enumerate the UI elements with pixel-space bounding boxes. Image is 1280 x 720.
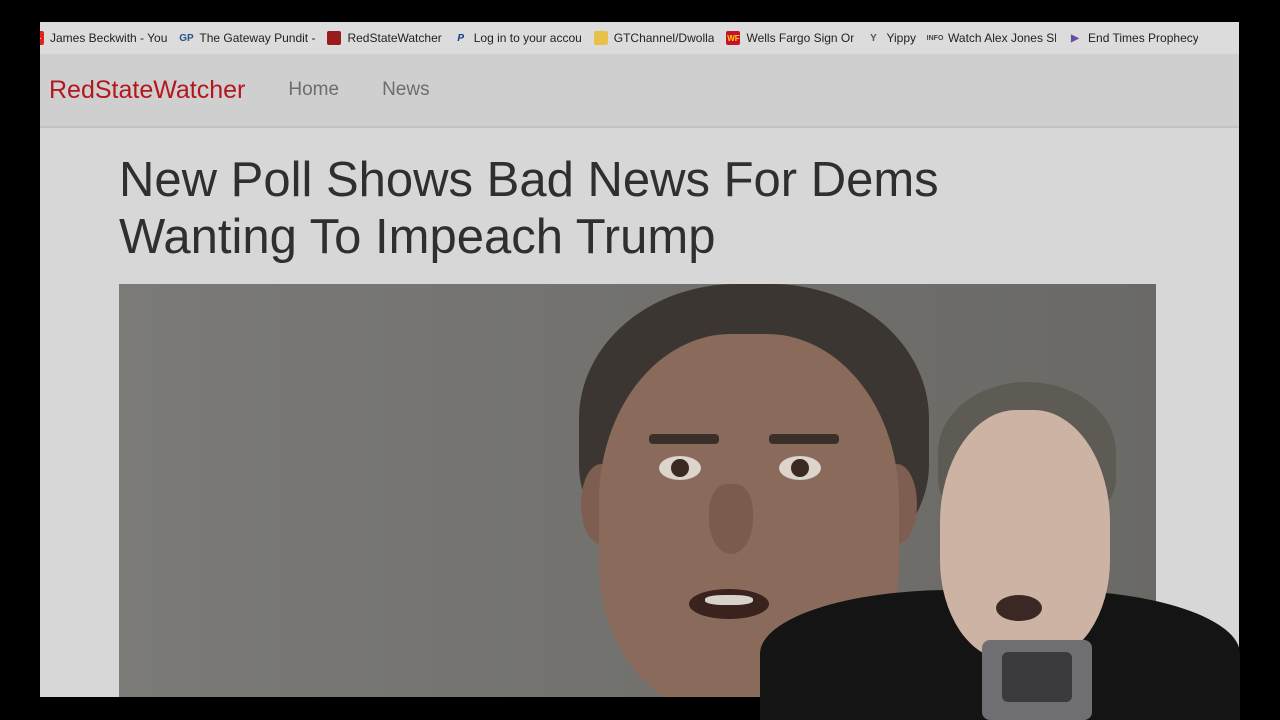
redstate-icon — [327, 31, 342, 45]
presenter-mouth — [996, 595, 1042, 621]
article-headline: New Poll Shows Bad News For Dems Wanting… — [119, 153, 939, 264]
bookmark-label: The Gateway Pundit - — [199, 31, 316, 45]
yippy-icon: Y — [870, 32, 877, 44]
brow-shape — [649, 434, 719, 444]
bookmark-label: Log in to your accour — [473, 31, 582, 45]
bookmark-label: GTChannel/Dwolla — [613, 31, 715, 45]
bookmark-item[interactable]: Y Yippy — [866, 31, 916, 45]
bookmark-label: Watch Alex Jones Sho — [948, 31, 1057, 45]
bookmark-item[interactable]: ▶ James Beckwith - You — [40, 31, 167, 45]
bookmark-label: Wells Fargo Sign On t — [746, 31, 855, 45]
nav-news[interactable]: News — [382, 79, 430, 101]
bookmark-label: Yippy — [886, 31, 917, 45]
microphone-icon — [982, 640, 1092, 720]
bookmark-item[interactable]: P Log in to your accour — [454, 31, 582, 45]
webcam-overlay — [760, 370, 1240, 720]
bookmark-label: End Times Prophecy I — [1088, 31, 1199, 45]
bookmark-label: James Beckwith - You — [50, 31, 168, 45]
bookmark-item[interactable]: WF Wells Fargo Sign On t — [726, 31, 854, 45]
site-logo[interactable]: RedStateWatcher — [49, 76, 245, 105]
gp-icon: GP — [179, 32, 194, 44]
bookmark-item[interactable]: INFO Watch Alex Jones Sho — [926, 31, 1057, 45]
wellsfargo-icon: WF — [726, 31, 741, 45]
bookmark-item[interactable]: GP The Gateway Pundit - — [179, 31, 315, 45]
youtube-icon: ▶ — [40, 31, 44, 45]
folder-icon — [593, 31, 608, 45]
bookmark-item[interactable]: GTChannel/Dwolla — [593, 31, 715, 45]
play-icon: ▶ — [1071, 32, 1079, 44]
presenter-face — [940, 410, 1110, 660]
bookmark-label: RedStateWatcher — [347, 31, 442, 45]
nav-home[interactable]: Home — [288, 79, 339, 101]
site-header: RedStateWatcher Home News — [40, 54, 1239, 128]
bookmark-item[interactable]: ▶ End Times Prophecy I — [1068, 31, 1198, 45]
mouth-shape — [689, 589, 769, 619]
bookmarks-bar: ▶ James Beckwith - You GP The Gateway Pu… — [40, 22, 1239, 54]
nose-shape — [709, 484, 753, 554]
bookmark-item[interactable]: RedStateWatcher — [327, 31, 442, 45]
paypal-icon: P — [457, 32, 465, 44]
infowars-icon: INFO — [926, 34, 944, 42]
eye-shape — [659, 456, 701, 480]
